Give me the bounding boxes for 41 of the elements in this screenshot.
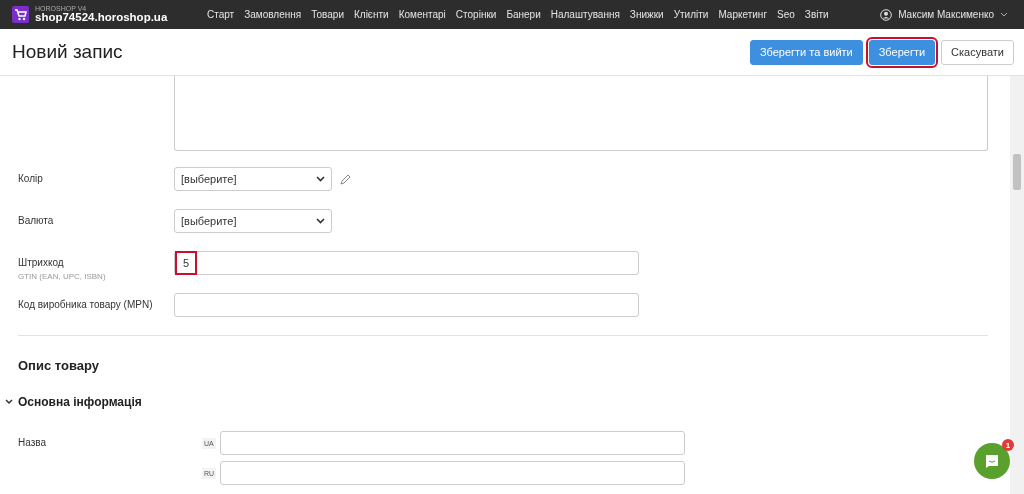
scrollbar[interactable] [1010,76,1024,494]
nav-link[interactable]: Клієнти [354,9,389,20]
field-label: Штрихкод [18,257,65,268]
field-hint: GTIN (EAN, UPC, ISBN) [18,272,107,281]
input-field[interactable] [174,293,639,317]
chevron-down-icon[interactable] [1000,12,1008,17]
notification-badge: 1 [1002,439,1014,451]
page-title: Новий запис [12,41,123,63]
input-field[interactable]: 5 [174,251,639,275]
input-field[interactable] [219,431,685,455]
nav-link[interactable]: Коментарі [398,9,446,20]
nav-link[interactable]: Старт [207,9,235,20]
nav-link[interactable]: Товари [311,9,344,20]
pencil-icon[interactable] [340,173,351,185]
nav-link[interactable]: Звіти [804,9,829,20]
input-field[interactable] [220,461,686,485]
select-field[interactable]: [выберите] [174,209,332,233]
select-field[interactable]: [выберите] [174,167,332,191]
chevron-down-icon[interactable] [5,399,13,405]
nav-link[interactable]: Банери [506,9,541,20]
nav-link[interactable]: Маркетинг [718,9,768,20]
section-title: Опис товару [18,358,100,373]
nav-link[interactable]: Сторінки [455,9,497,20]
field-label: Назва [18,437,48,448]
nav-link[interactable]: Утиліти [673,9,709,20]
nav-link[interactable]: Замовлення [244,9,302,20]
field-label: Валюта [18,215,55,226]
chevron-down-icon [316,218,325,224]
field-label: Колір [18,173,44,184]
action-button[interactable]: Скасувати [941,39,1014,65]
nav-link[interactable]: Знижки [629,9,664,20]
chat-icon[interactable] [984,453,1000,469]
user-icon[interactable] [880,8,893,21]
field-label: Код виробника товару (MPN) [18,299,154,310]
nav-link[interactable]: Seo [777,9,795,20]
cart-logo-icon[interactable] [12,6,29,23]
nav-link[interactable]: Налаштування [550,9,620,20]
group-title[interactable]: Основна інформація [18,395,142,409]
chevron-down-icon [316,176,325,182]
user-name[interactable]: Максим Максименко [898,9,994,20]
shop-domain[interactable]: shop74524.horoshop.ua [35,12,168,24]
